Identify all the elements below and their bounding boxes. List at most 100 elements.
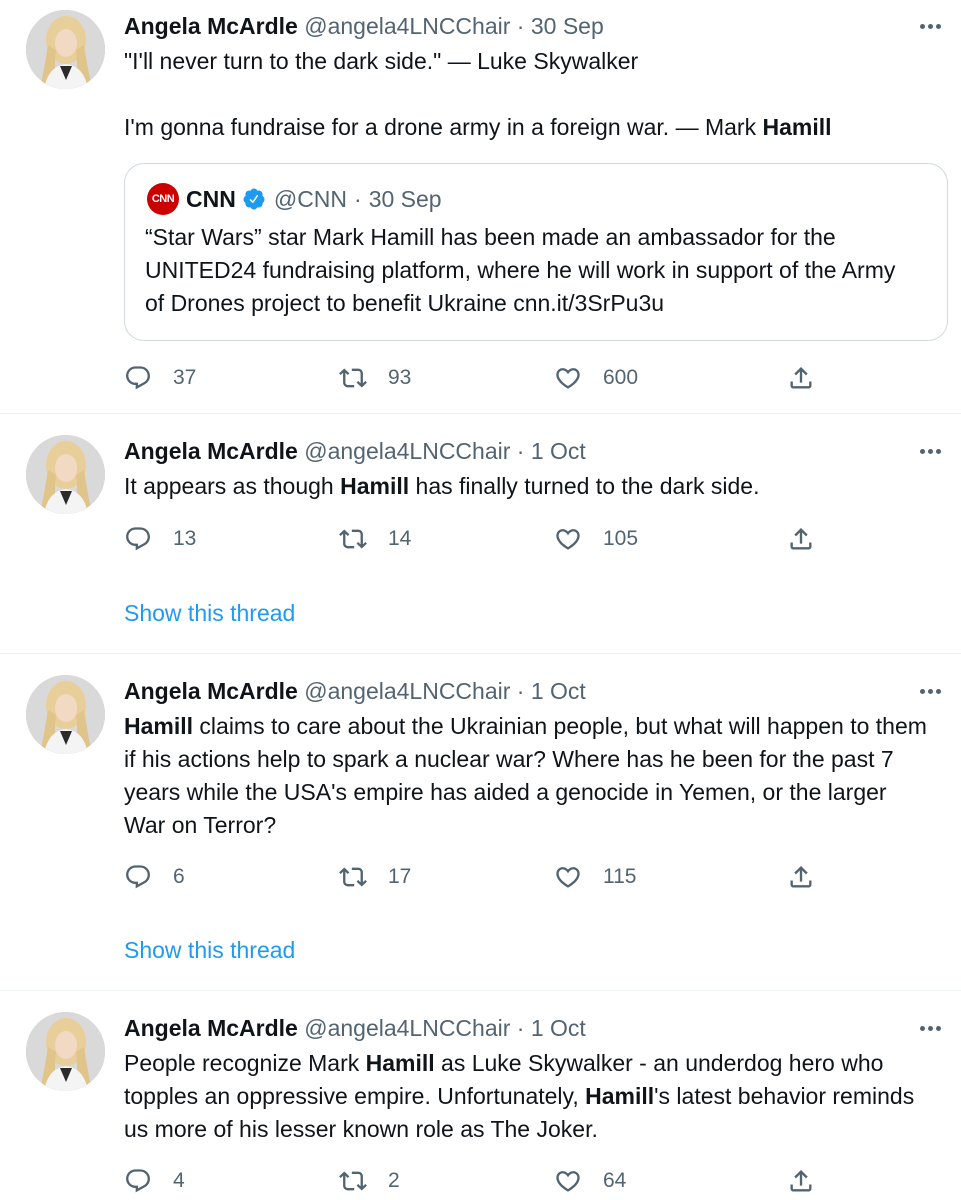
author-name[interactable]: Angela McArdle: [124, 438, 298, 464]
heart-icon: [554, 364, 582, 392]
retweet-icon: [339, 1167, 367, 1195]
timestamp[interactable]: 1 Oct: [531, 1015, 586, 1041]
retweet-icon: [339, 364, 367, 392]
tweet-header: Angela McArdle @angela4LNCChair · 30 Sep: [124, 11, 604, 41]
share-icon: [787, 1167, 815, 1195]
show-thread-link[interactable]: Show this thread: [124, 598, 295, 628]
tweet-actions: 13 14 105: [124, 524, 824, 554]
like-count: 115: [603, 865, 637, 888]
reply-icon: [124, 863, 152, 891]
heart-icon: [554, 1167, 582, 1195]
timestamp[interactable]: 30 Sep: [531, 13, 604, 39]
like-button[interactable]: 64: [554, 1166, 626, 1196]
author-handle[interactable]: @angela4LNCChair: [304, 13, 510, 39]
author-handle[interactable]: @angela4LNCChair: [304, 1015, 510, 1041]
author-name[interactable]: Angela McArdle: [124, 1015, 298, 1041]
tweet-paragraph: People recognize Mark Hamill as Luke Sky…: [124, 1047, 931, 1146]
text-run: "I'll never turn to the dark side." — Lu…: [124, 48, 639, 74]
quoted-tweet-header: CNN CNN @CNN · 30 Sep: [147, 183, 442, 215]
highlighted-term: Hamill: [124, 713, 194, 739]
share-icon: [787, 525, 815, 553]
like-button[interactable]: 105: [554, 524, 638, 554]
reply-count: 13: [173, 527, 197, 550]
avatar[interactable]: [26, 1012, 105, 1091]
text-run: People recognize Mark: [124, 1050, 366, 1076]
author-name[interactable]: Angela McArdle: [124, 678, 298, 704]
text-run: It appears as though: [124, 473, 341, 499]
share-button[interactable]: [787, 363, 815, 393]
share-button[interactable]: [787, 524, 815, 554]
highlighted-term: Hamill: [340, 473, 410, 499]
show-thread-link[interactable]: Show this thread: [124, 935, 295, 965]
timestamp[interactable]: 1 Oct: [531, 678, 586, 704]
avatar[interactable]: [26, 10, 105, 89]
retweet-button[interactable]: 93: [339, 363, 411, 393]
more-icon[interactable]: [915, 1018, 945, 1038]
separator: ·: [516, 678, 525, 704]
reply-icon: [124, 364, 152, 392]
author-handle[interactable]: @angela4LNCChair: [304, 438, 510, 464]
separator: ·: [354, 186, 362, 212]
retweet-button[interactable]: 17: [339, 862, 411, 892]
avatar[interactable]: [26, 435, 105, 514]
author-handle[interactable]: @angela4LNCChair: [304, 678, 510, 704]
reply-count: 6: [173, 865, 185, 888]
more-icon[interactable]: [915, 441, 945, 461]
tweet[interactable]: Angela McArdle @angela4LNCChair · 1 Oct …: [0, 654, 961, 991]
share-icon: [787, 863, 815, 891]
reply-count: 4: [173, 1169, 185, 1192]
quoted-author-name[interactable]: CNN: [186, 184, 236, 214]
avatar[interactable]: [26, 675, 105, 754]
retweet-count: 93: [388, 366, 412, 389]
quoted-author-handle[interactable]: @CNN: [274, 184, 347, 214]
heart-icon: [554, 525, 582, 553]
timestamp[interactable]: 1 Oct: [531, 438, 586, 464]
reply-button[interactable]: 37: [124, 363, 196, 393]
text-run: has finally turned to the dark side.: [409, 473, 760, 499]
more-icon[interactable]: [915, 16, 945, 36]
cnn-logo-icon[interactable]: CNN: [147, 183, 179, 215]
reply-button[interactable]: 6: [124, 862, 185, 892]
retweet-button[interactable]: 14: [339, 524, 411, 554]
like-button[interactable]: 600: [554, 363, 638, 393]
like-count: 64: [603, 1169, 627, 1192]
tweet[interactable]: Angela McArdle @angela4LNCChair · 30 Sep…: [0, 0, 961, 414]
tweet-actions: 6 17 115: [124, 862, 824, 892]
separator: ·: [516, 1015, 525, 1041]
text-run: I'm gonna fundraise for a drone army in …: [124, 114, 763, 140]
tweet[interactable]: Angela McArdle @angela4LNCChair · 1 Oct …: [0, 414, 961, 654]
text-run: claims to care about the Ukrainian peopl…: [124, 713, 927, 838]
like-count: 600: [603, 366, 639, 389]
reply-count: 37: [173, 366, 197, 389]
like-count: 105: [603, 527, 639, 550]
quoted-timestamp[interactable]: 30 Sep: [369, 184, 442, 214]
reply-button[interactable]: 13: [124, 524, 196, 554]
retweet-button[interactable]: 2: [339, 1166, 400, 1196]
like-button[interactable]: 115: [554, 862, 636, 892]
highlighted-term: Hamill: [365, 1050, 435, 1076]
more-icon[interactable]: [915, 681, 945, 701]
share-button[interactable]: [787, 1166, 815, 1196]
reply-icon: [124, 1167, 152, 1195]
tweet-paragraph: It appears as though Hamill has finally …: [124, 470, 931, 503]
highlighted-term: Hamill: [762, 114, 832, 140]
quoted-tweet[interactable]: CNN CNN @CNN · 30 Sep “Star Wars” star M…: [124, 163, 948, 341]
tweet-text: It appears as though Hamill has finally …: [124, 470, 931, 503]
tweet[interactable]: Angela McArdle @angela4LNCChair · 1 Oct …: [0, 991, 961, 1200]
retweet-count: 17: [388, 865, 412, 888]
retweet-count: 2: [388, 1169, 400, 1192]
tweet-header: Angela McArdle @angela4LNCChair · 1 Oct: [124, 676, 586, 706]
share-button[interactable]: [787, 862, 815, 892]
reply-button[interactable]: 4: [124, 1166, 185, 1196]
tweet-header: Angela McArdle @angela4LNCChair · 1 Oct: [124, 1013, 586, 1043]
tweet-text: "I'll never turn to the dark side." — Lu…: [124, 45, 931, 144]
tweet-text: Hamill claims to care about the Ukrainia…: [124, 710, 931, 842]
reply-icon: [124, 525, 152, 553]
author-name[interactable]: Angela McArdle: [124, 13, 298, 39]
verified-badge-icon: [242, 187, 266, 211]
highlighted-term: Hamill: [585, 1083, 655, 1109]
share-icon: [787, 364, 815, 392]
heart-icon: [554, 863, 582, 891]
retweet-count: 14: [388, 527, 412, 550]
tweet-header: Angela McArdle @angela4LNCChair · 1 Oct: [124, 436, 586, 466]
